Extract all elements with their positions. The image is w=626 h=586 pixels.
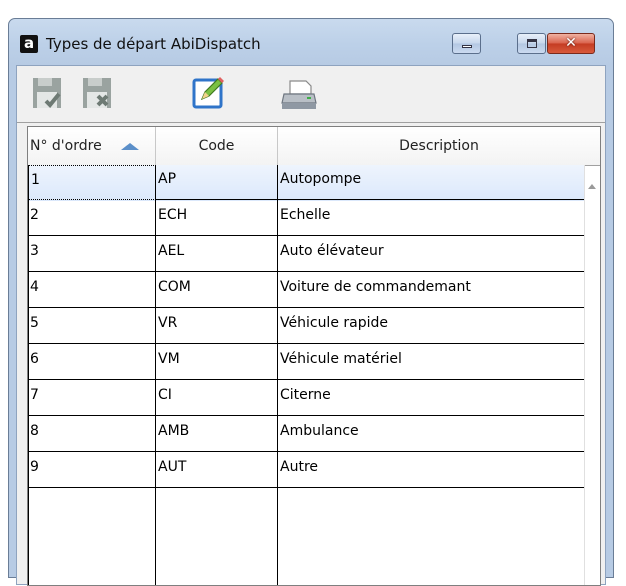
table-cell-num[interactable]: 7: [28, 381, 156, 416]
table-row[interactable]: 9 AUT Autre: [28, 453, 585, 489]
edit-button[interactable]: [189, 74, 229, 114]
table-cell-num[interactable]: 4: [28, 273, 156, 308]
column-header-order[interactable]: N° d'ordre: [28, 127, 156, 165]
table-row[interactable]: 7 CI Citerne: [28, 381, 585, 417]
column-header-description[interactable]: Description: [278, 127, 600, 165]
table-cell-description[interactable]: Voiture de commandemant: [278, 273, 585, 308]
grid-header: N° d'ordre Code Description: [28, 127, 600, 166]
table-cell-description[interactable]: Auto élévateur: [278, 237, 585, 272]
table-cell-description[interactable]: Ambulance: [278, 417, 585, 452]
table-cell-num[interactable]: 9: [28, 453, 156, 488]
column-divider-2: [277, 165, 278, 585]
print-button[interactable]: [279, 74, 319, 114]
app-logo-icon: a: [20, 35, 38, 53]
print-icon: [281, 80, 317, 109]
table-cell-code[interactable]: CI: [156, 381, 278, 416]
table-cell-num[interactable]: 8: [28, 417, 156, 452]
table-cell-description[interactable]: Véhicule rapide: [278, 309, 585, 344]
close-button[interactable]: ✕: [547, 33, 595, 54]
app-window: a Types de départ AbiDispatch ✕ N° d'ord…: [8, 18, 614, 586]
scrollbar-track[interactable]: [584, 165, 585, 585]
table-cell-num[interactable]: 2: [28, 201, 156, 236]
table-cell-code[interactable]: AUT: [156, 453, 278, 488]
table-cell-num[interactable]: 3: [28, 237, 156, 272]
table-cell-code[interactable]: COM: [156, 273, 278, 308]
grid-left-border: [28, 165, 29, 585]
edit-icon: [192, 77, 224, 109]
minimize-icon: [462, 45, 472, 48]
save-button[interactable]: [29, 74, 69, 114]
table-cell-code[interactable]: VM: [156, 345, 278, 380]
maximize-button[interactable]: [517, 33, 546, 54]
maximize-icon: [527, 39, 537, 48]
table-cell-num[interactable]: 5: [28, 309, 156, 344]
table-cell-code[interactable]: ECH: [156, 201, 278, 236]
scroll-up-icon[interactable]: [588, 184, 596, 189]
table-cell-code[interactable]: AEL: [156, 237, 278, 272]
table-cell-num[interactable]: 6: [28, 345, 156, 380]
table-row[interactable]: 4 COM Voiture de commandemant: [28, 273, 585, 309]
table-cell-code[interactable]: VR: [156, 309, 278, 344]
sort-ascending-icon: [121, 143, 139, 150]
save-cancel-icon: [83, 78, 111, 108]
toolbar: [17, 66, 605, 123]
column-divider-1: [155, 165, 156, 585]
table-cell-description[interactable]: Autre: [278, 453, 585, 488]
data-grid: N° d'ordre Code Description 1 AP Autopompe…: [27, 126, 601, 586]
table-row[interactable]: 6 VM Véhicule matériel: [28, 345, 585, 381]
table-row[interactable]: 8 AMB Ambulance: [28, 417, 585, 453]
window-title: Types de départ AbiDispatch: [46, 35, 261, 53]
table-cell-description[interactable]: Véhicule matériel: [278, 345, 585, 380]
table-cell-num[interactable]: 1: [28, 165, 156, 200]
table-cell-code[interactable]: AP: [156, 165, 278, 200]
table-cell-description[interactable]: Echelle: [278, 201, 585, 236]
table-row[interactable]: 3 AEL Auto élévateur: [28, 237, 585, 273]
minimize-button[interactable]: [452, 33, 481, 54]
table-row[interactable]: 5 VR Véhicule rapide: [28, 309, 585, 345]
close-icon: ✕: [565, 35, 577, 51]
title-bar[interactable]: a Types de départ AbiDispatch ✕: [9, 19, 613, 65]
client-area: N° d'ordre Code Description 1 AP Autopompe…: [16, 65, 606, 586]
table-row[interactable]: 1 AP Autopompe: [28, 165, 585, 201]
column-header-code[interactable]: Code: [156, 127, 278, 165]
table-cell-code[interactable]: AMB: [156, 417, 278, 452]
table-cell-description[interactable]: Autopompe: [278, 165, 585, 200]
save-check-icon: [33, 78, 61, 108]
cancel-button[interactable]: [79, 74, 119, 114]
table-row[interactable]: 2 ECH Echelle: [28, 201, 585, 237]
table-cell-description[interactable]: Citerne: [278, 381, 585, 416]
